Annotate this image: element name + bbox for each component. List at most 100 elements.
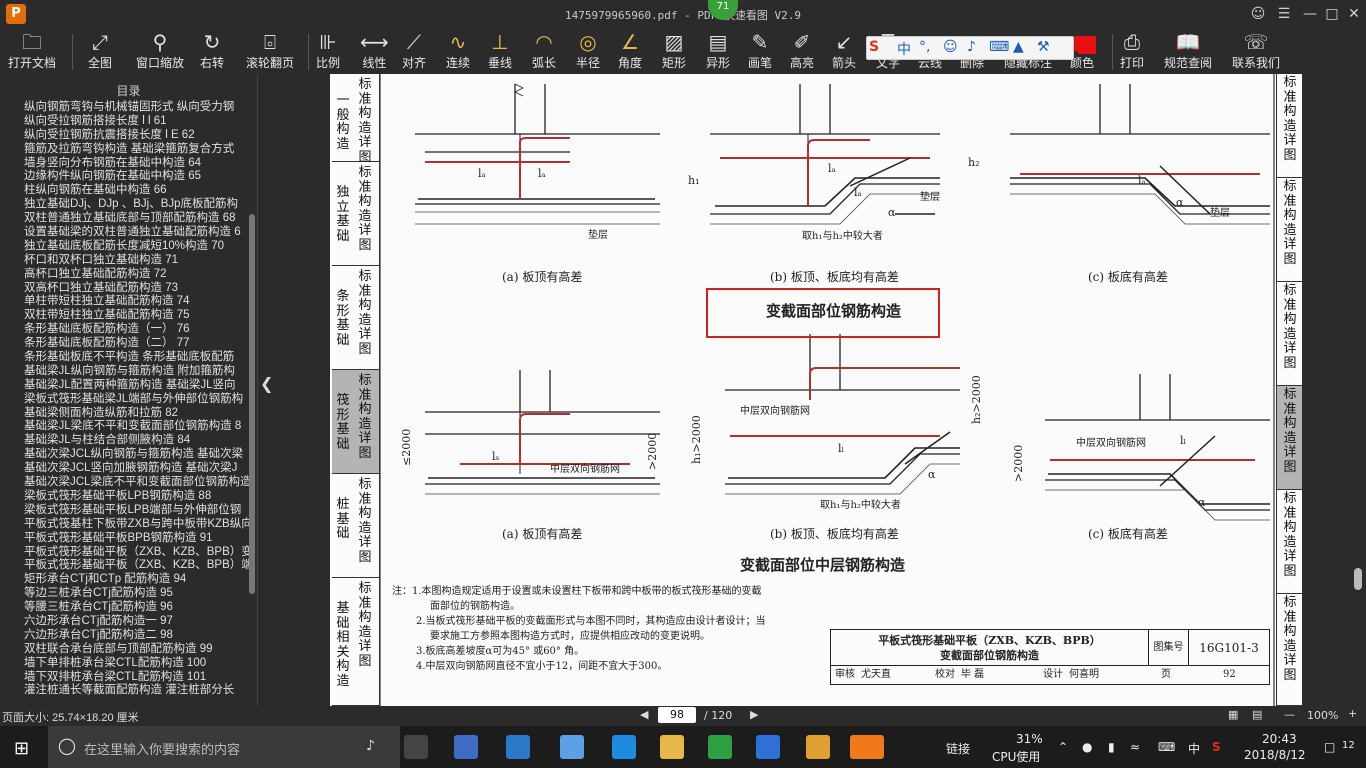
toc-item[interactable]: 纵向受拉钢筋搭接长度 l l 61	[0, 114, 250, 128]
mic-icon[interactable]: ♪	[366, 738, 375, 754]
toc-item[interactable]: 独立基础底板配筋长度减短10%构造 70	[0, 239, 250, 253]
toc-item[interactable]: 等边三桩承台CTj配筋构造 95	[0, 586, 250, 600]
tray-up-icon[interactable]: ⌃	[1058, 740, 1068, 754]
toc-item[interactable]: 基础次梁JCL纵向钢筋与箍筋构造 基础次梁	[0, 447, 250, 461]
toc-item[interactable]: 灌注桩通长等截面配筋构造 灌注桩部分长	[0, 683, 250, 697]
toolbar-folder-button[interactable]: 🗀 打开文档	[8, 30, 56, 74]
windows-start-icon[interactable]: ⊞	[14, 738, 29, 759]
toc-item[interactable]: 杯口和双杯口独立基础构造 71	[0, 253, 250, 267]
toc-item[interactable]: 设置基础梁的双柱普通独立基础配筋构造 6	[0, 225, 250, 239]
battery-icon[interactable]: ▮	[1108, 740, 1115, 754]
edge-icon[interactable]	[506, 735, 530, 759]
toc-item[interactable]: 单柱带短柱独立基础配筋构造 74	[0, 294, 250, 308]
chevron-left-icon[interactable]: ❮	[260, 374, 273, 393]
people-icon[interactable]: ●	[1082, 740, 1092, 754]
toc-item[interactable]: 箍筋及拉筋弯钩构造 基础梁箍筋复合方式	[0, 142, 250, 156]
toolbar-rotate-button[interactable]: ↻ 右转	[200, 30, 224, 74]
toc-item[interactable]: 条形基础底板配筋构造（一） 76	[0, 322, 250, 336]
zoom-in-icon[interactable]: +	[1348, 707, 1357, 720]
toc-item[interactable]: 条形基础板底不平构造 条形基础底板配筋	[0, 350, 250, 364]
toc-item[interactable]: 双高杯口独立基础配筋构造 73	[0, 281, 250, 295]
toc-item[interactable]: 基础梁JL配置两种箍筋构造 基础梁JL竖向	[0, 378, 250, 392]
toolbar-perpendicular-button[interactable]: ⊥ 垂线	[488, 30, 512, 74]
toc-item[interactable]: 墙下双排桩承台梁CTL配筋构造 101	[0, 670, 250, 684]
ime-toolbar[interactable]: S 中 °, ☺ ♪ ⌨ ▲ ⚒	[866, 36, 1074, 60]
toolbar-angle-button[interactable]: ∠ 角度	[618, 30, 642, 74]
maximize-icon[interactable]: □	[1320, 3, 1344, 25]
toc-item[interactable]: 平板式筏形基础平板（ZXB、KZB、BPB）端部	[0, 558, 250, 572]
prev-page-icon[interactable]: ◀	[640, 708, 648, 721]
right-tab[interactable]: 标准构造详图	[1277, 178, 1303, 282]
toc-item[interactable]: 独立基础DJj、DJp 、BJj、BJp底板配筋构	[0, 197, 250, 211]
toc-item[interactable]: 矩形承台CTj和CTp 配筋构造 94	[0, 572, 250, 586]
toolbar-continuous-button[interactable]: ∿ 连续	[446, 30, 470, 74]
toc-item[interactable]: 平板式筏形基础平板（ZXB、KZB、BPB）变截	[0, 545, 250, 559]
toolbar-shape-button[interactable]: ▤ 异形	[706, 30, 730, 74]
toc-item[interactable]: 边缘构件纵向钢筋在基础中构造 65	[0, 169, 250, 183]
double-page-icon[interactable]: ▤	[1252, 708, 1262, 721]
toc-item[interactable]: 六边形承台CTj配筋构造一 97	[0, 614, 250, 628]
toolbar-book-button[interactable]: 📖 规范查阅	[1164, 30, 1212, 74]
toolbar-rectangle-button[interactable]: ▨ 矩形	[662, 30, 686, 74]
toolbar-mouse-button[interactable]: ⌻ 滚轮翻页	[246, 30, 294, 74]
toolbar-contact-button[interactable]: ☏ 联系我们	[1232, 30, 1280, 74]
task-view-icon[interactable]	[404, 735, 428, 759]
toc-item[interactable]: 条形基础底板配筋构造（二） 77	[0, 336, 250, 350]
explorer-icon[interactable]	[660, 735, 684, 759]
close-icon[interactable]: ✕	[1342, 3, 1366, 25]
app-blue-icon[interactable]	[756, 735, 780, 759]
tools-icon[interactable]: ⚒	[1037, 39, 1050, 55]
right-tab[interactable]: 标准构造详图	[1277, 386, 1303, 490]
single-page-icon[interactable]: ▦	[1228, 708, 1238, 721]
toolbar-arrow-button[interactable]: ↙ 箭头	[832, 30, 856, 74]
app-green-icon[interactable]	[708, 735, 732, 759]
notification-icon[interactable]: □	[1324, 740, 1335, 754]
emoji-icon[interactable]: ☺	[943, 39, 958, 55]
toc-item[interactable]: 墙身竖向分布钢筋在基础中构造 64	[0, 156, 250, 170]
voice-icon[interactable]: ♪	[967, 39, 976, 55]
chrome-like-icon[interactable]	[560, 735, 584, 759]
sogou-tray-icon[interactable]: S	[1212, 740, 1221, 754]
fan-app-icon[interactable]	[454, 735, 478, 759]
toc-item[interactable]: 基础梁JL梁底不平和变截面部位钢筋构造 8	[0, 419, 250, 433]
toc-scrollbar[interactable]	[249, 214, 255, 594]
skin-icon[interactable]: ▲	[1013, 39, 1024, 55]
toc-item[interactable]: 高杯口独立基础配筋构造 72	[0, 267, 250, 281]
toc-item[interactable]: 梁板式筏形基础梁JL端部与外伸部位钢筋构	[0, 392, 250, 406]
keyboard-tray-icon[interactable]: ⌨	[1158, 740, 1175, 754]
ime-mode-label[interactable]: 中	[897, 39, 911, 59]
ime-tray[interactable]: 中	[1188, 740, 1200, 757]
toc-item[interactable]: 基础次梁JCL竖向加腋钢筋构造 基础次梁J	[0, 461, 250, 475]
toc-item[interactable]: 双柱普通独立基础底部与顶部配筋构造 68	[0, 211, 250, 225]
toolbar-radius-button[interactable]: ◎ 半径	[576, 30, 600, 74]
menu-icon[interactable]: ☰	[1272, 3, 1296, 25]
toolbar-print-button[interactable]: ⎙ 打印	[1120, 30, 1144, 74]
link-label[interactable]: 链接	[946, 740, 970, 757]
toc-item[interactable]: 纵向受拉钢筋抗震搭接长度 l E 62	[0, 128, 250, 142]
toc-item[interactable]: 梁板式筏形基础平板LPB端部与外伸部位钢	[0, 503, 250, 517]
sidebar-collapse[interactable]: ❮	[258, 74, 330, 706]
right-tab[interactable]: 标准构造详图	[1277, 594, 1303, 706]
right-tab[interactable]: 标准构造详图	[1277, 74, 1303, 178]
page-scrollbar[interactable]	[1354, 568, 1362, 590]
color-swatch[interactable]	[1078, 36, 1096, 54]
toolbar-pen-button[interactable]: ✎ 画笔	[748, 30, 772, 74]
toc-item[interactable]: 基础梁JL纵向钢筋与箍筋构造 附加箍筋构	[0, 364, 250, 378]
app-notes-icon[interactable]	[806, 735, 830, 759]
wifi-icon[interactable]: ≈	[1130, 740, 1140, 754]
toc-item[interactable]: 六边形承台CTj配筋构造二 98	[0, 628, 250, 642]
toolbar-ruler-button[interactable]: ⊪ 比例	[316, 30, 340, 74]
toolbar-fit-button[interactable]: ⤢ 全图	[88, 30, 112, 74]
toc-item[interactable]: 基础梁侧面构造纵筋和拉筋 82	[0, 406, 250, 420]
page-input[interactable]: 98	[658, 707, 696, 723]
right-tab[interactable]: 标准构造详图	[1277, 282, 1303, 386]
punctuation-icon[interactable]: °,	[919, 39, 930, 55]
clock-date[interactable]: 2018/8/12	[1244, 748, 1306, 762]
taskbar-search[interactable]: ◯ 在这里输入你要搜索的内容 ♪	[48, 726, 400, 768]
toc-item[interactable]: 平板式筏基柱下板带ZXB与跨中板带KZB纵向	[0, 517, 250, 531]
toc-item[interactable]: 平板式筏形基础平板BPB钢筋构造 91	[0, 531, 250, 545]
toc-item[interactable]: 基础次梁JCL梁底不平和变截面部位钢筋构造	[0, 475, 250, 489]
toc-item[interactable]: 基础梁JL与柱结合部侧腋构造 84	[0, 433, 250, 447]
keyboard-icon[interactable]: ⌨	[989, 39, 1009, 55]
toc-item[interactable]: 梁板式筏形基础平板LPB钢筋构造 88	[0, 489, 250, 503]
